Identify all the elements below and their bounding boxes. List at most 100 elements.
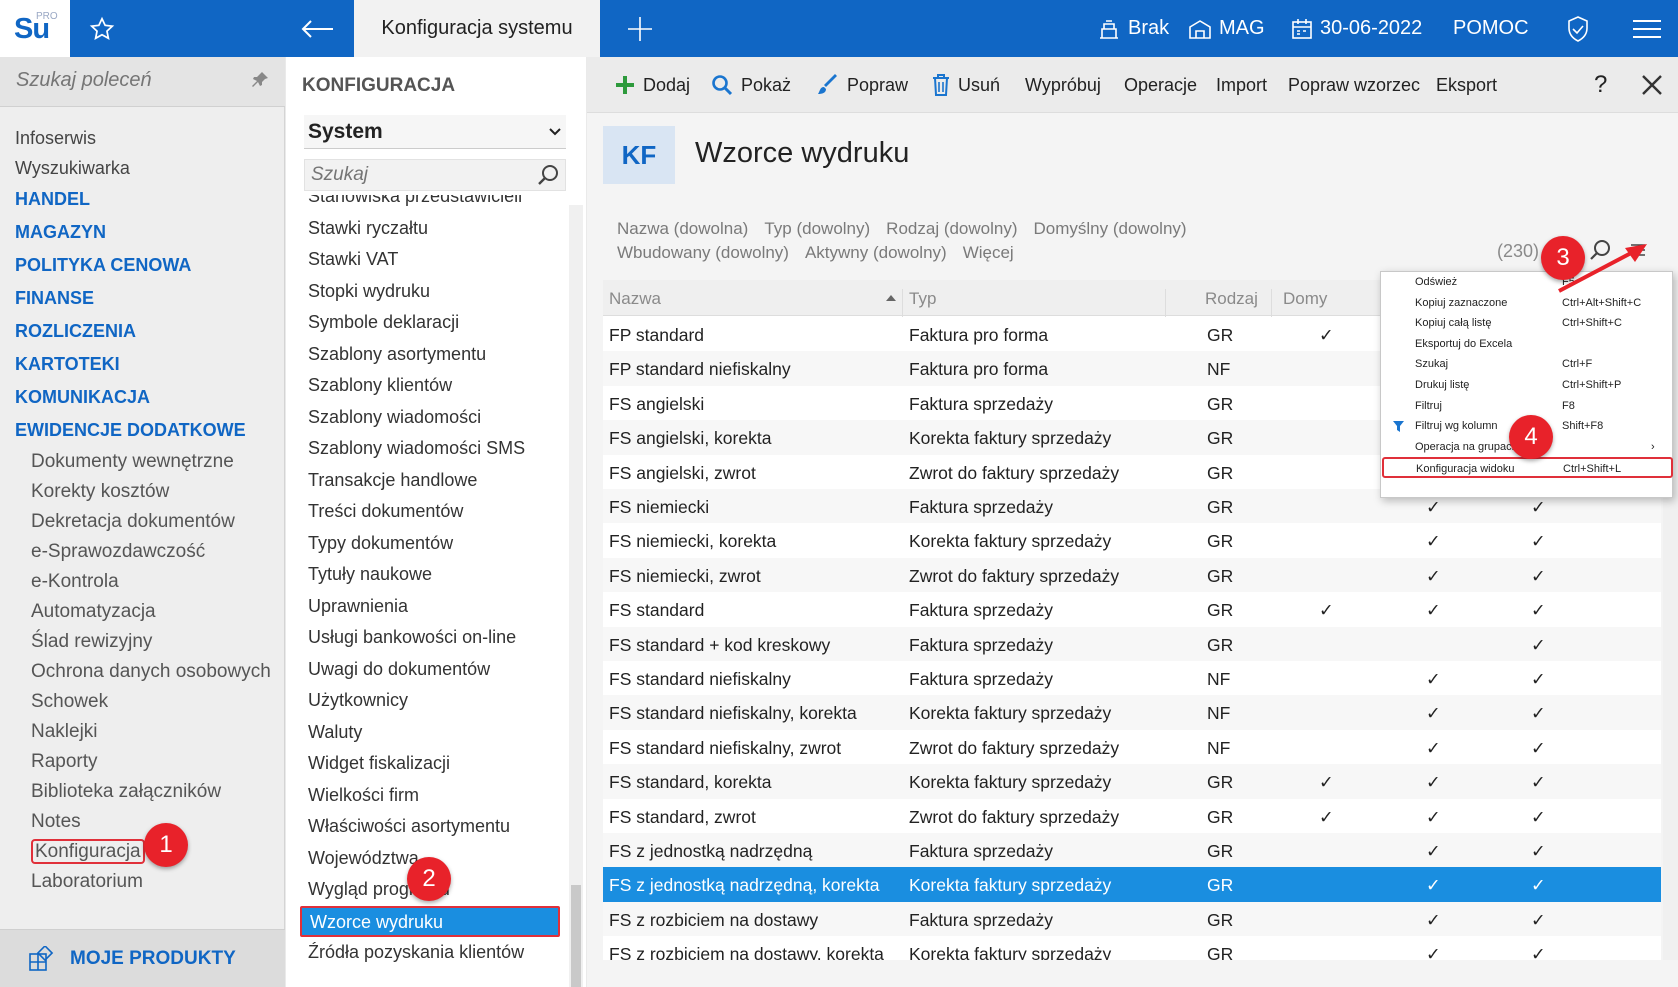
config-item[interactable]: Transakcje handlowe: [300, 465, 560, 497]
config-item[interactable]: Typy dokumentów: [300, 528, 560, 560]
search-icon[interactable]: [537, 164, 559, 191]
table-row[interactable]: FS niemiecki, korekta Korekta faktury spr…: [603, 523, 1661, 557]
warehouse-indicator[interactable]: MAG: [1188, 0, 1265, 57]
filter-nazwa[interactable]: Nazwa (dowolna): [617, 217, 748, 241]
column-separator[interactable]: [1271, 289, 1272, 317]
config-item[interactable]: Stopki wydruku: [300, 276, 560, 308]
column-header-domyslny[interactable]: Domy: [1283, 289, 1327, 309]
help-button[interactable]: ?: [1594, 57, 1607, 113]
column-header-typ[interactable]: Typ: [909, 289, 936, 309]
filter-domyslny[interactable]: Domyślny (dowolny): [1034, 217, 1187, 241]
delete-button[interactable]: Usuń: [932, 57, 1000, 113]
nav-subitem[interactable]: e-Sprawozdawczość: [15, 537, 285, 567]
table-row[interactable]: FS z rozbiciem na dostawy, korekta Korekt…: [603, 936, 1661, 960]
register-indicator[interactable]: Brak: [1097, 0, 1169, 57]
table-row[interactable]: FS standard, korekta Korekta faktury sprz…: [603, 764, 1661, 799]
nav-section-kartoteki[interactable]: KARTOTEKI: [15, 348, 285, 381]
command-search-input[interactable]: [16, 69, 246, 92]
export-button[interactable]: Eksport: [1436, 57, 1497, 113]
menu-item-eksportuj-do-excela[interactable]: Eksportuj do Excela: [1381, 334, 1674, 355]
date-indicator[interactable]: 30-06-2022: [1291, 0, 1422, 57]
help-link[interactable]: POMOC: [1453, 0, 1529, 57]
pin-icon[interactable]: [251, 71, 269, 94]
scrollbar-thumb[interactable]: [571, 885, 581, 987]
table-row[interactable]: FS z jednostką nadrzędną, korekta Korekta…: [603, 867, 1661, 902]
filter-aktywny[interactable]: Aktywny (dowolny): [805, 241, 947, 265]
nav-subitem[interactable]: Schowek: [15, 687, 285, 717]
config-item[interactable]: Usługi bankowości on-line: [300, 622, 560, 654]
menu-item-konfiguracja-widoku[interactable]: Konfiguracja widoku Ctrl+Shift+L: [1382, 457, 1673, 479]
config-item[interactable]: Treści dokumentów: [300, 496, 560, 528]
config-item[interactable]: Stawki ryczałtu: [300, 213, 560, 245]
config-item[interactable]: Użytkownicy: [300, 685, 560, 717]
config-item[interactable]: Uwagi do dokumentów: [300, 654, 560, 686]
nav-subitem[interactable]: e-Kontrola: [15, 567, 285, 597]
add-button[interactable]: Dodaj: [615, 57, 690, 113]
nav-item-wyszukiwarka[interactable]: Wyszukiwarka: [15, 153, 285, 183]
table-row[interactable]: FS standard niefiskalny, zwrot Zwrot do f…: [603, 730, 1661, 764]
column-separator[interactable]: [1165, 289, 1166, 317]
nav-section-handel[interactable]: HANDEL: [15, 183, 285, 216]
config-item[interactable]: Szablony asortymentu: [300, 339, 560, 371]
config-item[interactable]: Właściwości asortymentu: [300, 811, 560, 843]
nav-subitem[interactable]: Naklejki: [15, 717, 285, 747]
column-header-nazwa[interactable]: Nazwa: [609, 289, 661, 309]
nav-section-rozliczenia[interactable]: ROZLICZENIA: [15, 315, 285, 348]
table-row[interactable]: FS niemiecki, zwrot Zwrot do faktury sprz…: [603, 557, 1661, 593]
import-button[interactable]: Import: [1216, 57, 1267, 113]
table-row[interactable]: FS standard, zwrot Zwrot do faktury sprze…: [603, 799, 1661, 833]
nav-subitem[interactable]: Biblioteka załączników: [15, 777, 285, 807]
config-item[interactable]: Wielkości firm: [300, 780, 560, 812]
edit-button[interactable]: Popraw: [817, 57, 908, 113]
nav-section-komunikacja[interactable]: KOMUNIKACJA: [15, 381, 285, 414]
active-tab[interactable]: Konfiguracja systemu: [354, 0, 600, 57]
column-header-rodzaj[interactable]: Rodzaj: [1205, 289, 1258, 309]
nav-subitem[interactable]: Automatyzacja: [15, 597, 285, 627]
config-search-input[interactable]: [311, 164, 531, 186]
table-row[interactable]: FS z jednostką nadrzędną Faktura sprzedaż…: [603, 833, 1661, 868]
star-icon[interactable]: [82, 0, 122, 57]
config-item[interactable]: Stanowiska przedstawicieli: [300, 195, 560, 213]
nav-section-finanse[interactable]: FINANSE: [15, 282, 285, 315]
table-row[interactable]: FS standard niefiskalny Faktura sprzedaży…: [603, 661, 1661, 695]
config-category-select[interactable]: System: [304, 115, 566, 149]
config-item[interactable]: Uprawnienia: [300, 591, 560, 623]
table-row[interactable]: FS standard niefiskalny, korekta Korekta …: [603, 695, 1661, 730]
config-item[interactable]: Stawki VAT: [300, 244, 560, 276]
config-list-scrollbar[interactable]: [569, 205, 583, 987]
nav-subitem[interactable]: Dekretacja dokumentów: [15, 507, 285, 537]
menu-item-szukaj[interactable]: Szukaj Ctrl+F: [1381, 354, 1674, 375]
nav-subitem[interactable]: Raporty: [15, 747, 285, 777]
table-row[interactable]: FS standard Faktura sprzedaży GR ✓ ✓ ✓: [603, 592, 1661, 626]
config-item[interactable]: Szablony klientów: [300, 370, 560, 402]
menu-item-filtruj[interactable]: Filtruj F8: [1381, 396, 1674, 417]
hamburger-menu-icon[interactable]: [1627, 0, 1667, 57]
nav-section-polityka-cenowa[interactable]: POLITYKA CENOWA: [15, 249, 285, 282]
nav-subitem[interactable]: Korekty kosztów: [15, 477, 285, 507]
config-item[interactable]: Symbole deklaracji: [300, 307, 560, 339]
operations-button[interactable]: Operacje: [1124, 57, 1197, 113]
new-tab-plus-icon[interactable]: [620, 0, 660, 57]
close-button[interactable]: [1641, 57, 1663, 113]
app-logo[interactable]: Su PRO: [0, 0, 70, 57]
table-row[interactable]: FS z rozbiciem na dostawy Faktura sprzeda…: [603, 901, 1661, 937]
config-item-wzorce-wydruku[interactable]: Wzorce wydruku: [300, 905, 560, 937]
nav-subitem[interactable]: Dokumenty wewnętrzne: [15, 447, 285, 477]
nav-section-ewidencje-dodatkowe[interactable]: EWIDENCJE DODATKOWE: [15, 414, 285, 447]
filter-wbudowany[interactable]: Wbudowany (dowolny): [617, 241, 789, 265]
edit-template-button[interactable]: Popraw wzorzec: [1288, 57, 1420, 113]
nav-section-magazyn[interactable]: MAGAZYN: [15, 216, 285, 249]
config-item[interactable]: Szablony wiadomości SMS: [300, 433, 560, 465]
filter-rodzaj[interactable]: Rodzaj (dowolny): [886, 217, 1017, 241]
nav-item-infoserwis[interactable]: Infoserwis: [15, 123, 285, 153]
moje-produkty-button[interactable]: MOJE PRODUKTY: [0, 929, 285, 987]
config-item[interactable]: Tytuły naukowe: [300, 559, 560, 591]
shield-icon[interactable]: [1560, 0, 1596, 57]
config-item[interactable]: Źródła pozyskania klientów: [300, 937, 560, 969]
table-row[interactable]: FS standard + kod kreskowy Faktura sprzed…: [603, 626, 1661, 661]
menu-item-drukuj-liste[interactable]: Drukuj listę Ctrl+Shift+P: [1381, 375, 1674, 396]
column-separator[interactable]: [902, 289, 903, 317]
back-arrow-icon[interactable]: [292, 0, 342, 57]
nav-subitem[interactable]: Ochrona danych osobowych: [15, 657, 285, 687]
config-item[interactable]: Widget fiskalizacji: [300, 748, 560, 780]
